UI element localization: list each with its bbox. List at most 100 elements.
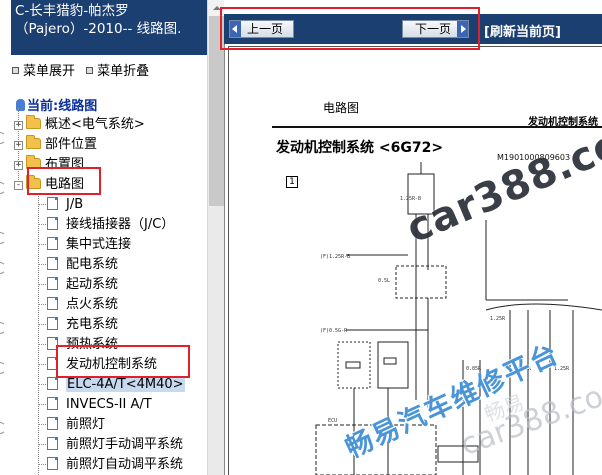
tree-connector bbox=[38, 344, 46, 345]
tree-connector bbox=[38, 404, 46, 405]
current-location: 当前:线路图 bbox=[16, 95, 97, 114]
scroll-up-arrow-icon[interactable] bbox=[208, 0, 225, 16]
tree-item-elc-4at[interactable]: ELC-4A/T<4M40> bbox=[47, 375, 185, 394]
sidebar: C-长丰猎豹-帕杰罗 （Pajero）-2010-- 线路图. 菜单展开 菜单折… bbox=[0, 0, 207, 475]
tree-folder-wiring-diagram[interactable]: - 电路图 bbox=[14, 175, 85, 194]
tree-folder-overview[interactable]: + 概述<电气系统> bbox=[14, 115, 145, 134]
collapse-minus-icon[interactable]: - bbox=[14, 181, 23, 190]
wiring-schematic: 1.25R-B (F)1.25R-B 0.5L (F)0.5G-R 1.25R … bbox=[315, 162, 602, 475]
tree-item-starting-system[interactable]: 起动系统 bbox=[47, 275, 118, 294]
next-page-button[interactable]: 下一页 bbox=[402, 20, 469, 38]
sidebar-scrollbar[interactable] bbox=[207, 0, 225, 475]
tree-folder-layout[interactable]: + 布置图 bbox=[14, 155, 85, 174]
sidebar-title: C-长丰猎豹-帕杰罗 （Pajero）-2010-- 线路图. bbox=[11, 0, 207, 55]
schematic-mark: 0.85R bbox=[466, 366, 482, 372]
page-icon bbox=[47, 277, 58, 290]
page-icon bbox=[47, 237, 58, 250]
page-toolbar: 上一页 下一页 [刷新当前页] bbox=[224, 14, 602, 44]
document-heading: 发动机控制系统 <6G72> bbox=[276, 140, 444, 156]
tree-folder-label: 电路图 bbox=[45, 177, 85, 192]
menu-expand-link[interactable]: 菜单展开 bbox=[23, 64, 75, 79]
prev-page-label: 上一页 bbox=[247, 22, 284, 36]
schematic-mark: 0.5L bbox=[378, 278, 390, 284]
tree-item-label: 预热系统 bbox=[66, 337, 119, 352]
page-icon bbox=[47, 457, 58, 470]
tree-item-label: 前照灯 bbox=[66, 417, 106, 432]
tree-item-headlamp-manual-leveling[interactable]: 前照灯手动调平系统 bbox=[47, 435, 183, 454]
sidebar-title-line1: C-长丰猎豹-帕杰罗 bbox=[15, 3, 129, 19]
binding-ring bbox=[0, 182, 6, 194]
tree-connector bbox=[38, 424, 46, 425]
page-icon bbox=[47, 397, 58, 410]
tree-folder-label: 布置图 bbox=[45, 157, 85, 172]
page-icon bbox=[47, 217, 58, 230]
menu-collapse-link[interactable]: 菜单折叠 bbox=[97, 64, 149, 79]
tree-item-label: 前照灯手动调平系统 bbox=[66, 437, 184, 452]
relay-box bbox=[395, 265, 447, 299]
component-box bbox=[337, 341, 371, 389]
scrollbar-thumb[interactable] bbox=[209, 16, 224, 206]
expand-plus-icon[interactable]: + bbox=[14, 161, 23, 170]
page-icon bbox=[47, 297, 58, 310]
schematic-mark: 0.85R bbox=[516, 366, 532, 372]
page-icon bbox=[47, 337, 58, 350]
tree-connector bbox=[38, 284, 46, 285]
expand-square-icon bbox=[12, 67, 19, 74]
tree-item-charging-system[interactable]: 充电系统 bbox=[47, 315, 118, 334]
schematic-mark: 1.25R bbox=[490, 316, 506, 322]
current-location-label: 当前:线路图 bbox=[27, 99, 98, 114]
schematic-mark: 1.25R-B bbox=[400, 196, 421, 202]
tree-item-label: 配电系统 bbox=[66, 257, 119, 272]
schematic-mark: (F)0.5G-R bbox=[320, 328, 348, 334]
page-icon bbox=[47, 357, 58, 370]
folder-icon bbox=[26, 155, 41, 169]
tree-connector bbox=[38, 364, 46, 365]
page-icon bbox=[47, 197, 58, 210]
tree-item-joint-connector[interactable]: 接线插接器（J/C） bbox=[47, 215, 174, 234]
page-icon bbox=[47, 437, 58, 450]
sidebar-title-line2: （Pajero）-2010-- 线路图. bbox=[15, 21, 182, 37]
tree-item-label: 充电系统 bbox=[66, 317, 119, 332]
document-title: 电路图 bbox=[323, 101, 360, 115]
tree-item-power-distribution[interactable]: 配电系统 bbox=[47, 255, 118, 274]
tree-connector bbox=[38, 464, 46, 465]
schematic-mark: ECU bbox=[328, 418, 337, 424]
component-box bbox=[437, 445, 479, 463]
tree-connector bbox=[38, 264, 46, 265]
tree-item-headlamp-auto-leveling[interactable]: 前照灯自动调平系统 bbox=[47, 455, 183, 474]
tree-item-label: 点火系统 bbox=[66, 297, 119, 312]
tree-item-headlamp[interactable]: 前照灯 bbox=[47, 415, 105, 434]
folder-icon bbox=[26, 115, 41, 129]
tree-item-label: INVECS-II A/T bbox=[66, 397, 152, 412]
tree-item-label: 起动系统 bbox=[66, 277, 119, 292]
binding-ring bbox=[0, 262, 6, 274]
tree-connector bbox=[38, 324, 46, 325]
app-window: C-长丰猎豹-帕杰罗 （Pajero）-2010-- 线路图. 菜单展开 菜单折… bbox=[0, 0, 602, 475]
page-icon bbox=[47, 257, 58, 270]
collapse-square-icon bbox=[86, 67, 94, 74]
arrow-right-icon bbox=[457, 21, 468, 37]
refresh-page-link[interactable]: [刷新当前页] bbox=[484, 21, 561, 40]
menu-controls: 菜单展开 菜单折叠 bbox=[11, 60, 155, 79]
tree-item-label: J/B bbox=[66, 197, 84, 212]
tree-folder-component-location[interactable]: + 部件位置 bbox=[14, 135, 98, 154]
tree-item-invecs[interactable]: INVECS-II A/T bbox=[47, 395, 152, 414]
tree-item-preheat-system[interactable]: 预热系统 bbox=[47, 335, 118, 354]
tree-connector bbox=[38, 444, 46, 445]
expand-plus-icon[interactable]: + bbox=[14, 121, 23, 130]
prev-page-button[interactable]: 上一页 bbox=[229, 20, 294, 38]
tree-connector bbox=[38, 244, 46, 245]
tree-item-jb[interactable]: J/B bbox=[47, 195, 83, 214]
next-page-label: 下一页 bbox=[414, 22, 451, 36]
tree-item-engine-control[interactable]: 发动机控制系统 bbox=[47, 355, 157, 374]
expand-plus-icon[interactable]: + bbox=[14, 141, 23, 150]
arrow-left-icon bbox=[230, 21, 241, 37]
binding-ring bbox=[0, 232, 6, 244]
binding-ring bbox=[0, 132, 6, 144]
page-icon bbox=[47, 317, 58, 330]
schematic-wire bbox=[485, 303, 602, 311]
tree-item-centralized-connection[interactable]: 集中式连接 bbox=[47, 235, 131, 254]
tree-connector bbox=[38, 224, 46, 225]
tree-folder-label: 部件位置 bbox=[45, 137, 98, 152]
tree-item-ignition-system[interactable]: 点火系统 bbox=[47, 295, 118, 314]
